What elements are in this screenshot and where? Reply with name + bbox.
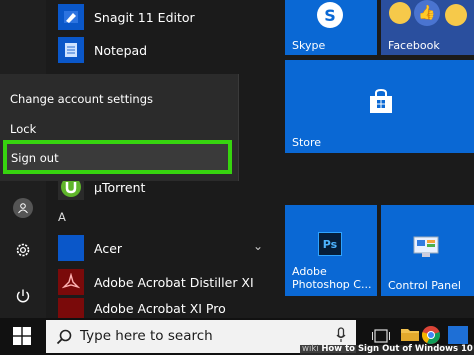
list-item-acer[interactable]: Acer ⌄ bbox=[58, 231, 278, 265]
user-avatar-button[interactable] bbox=[0, 188, 46, 228]
tile-control-panel[interactable]: Control Panel bbox=[381, 205, 474, 296]
watermark-site: wiki bbox=[302, 344, 319, 354]
power-icon bbox=[16, 289, 30, 303]
lock-item[interactable]: Lock bbox=[10, 122, 36, 136]
search-icon bbox=[56, 329, 72, 349]
control-panel-icon bbox=[413, 236, 439, 262]
power-button[interactable] bbox=[0, 276, 46, 316]
change-account-settings-item[interactable]: Change account settings bbox=[10, 92, 153, 106]
notepad-icon bbox=[58, 37, 84, 63]
app-label: Acer bbox=[94, 240, 123, 256]
list-item-acrobat-pro[interactable]: Adobe Acrobat XI Pro bbox=[58, 298, 278, 318]
tile-skype[interactable]: S Skype bbox=[285, 0, 377, 55]
app-label: Adobe Acrobat Distiller XI bbox=[94, 274, 254, 290]
watermark-caption: wiki How to Sign Out of Windows 10 bbox=[302, 344, 473, 354]
snagit-editor-icon bbox=[58, 4, 84, 30]
acrobat-pro-icon bbox=[58, 298, 84, 318]
list-item-snagit[interactable]: Snagit 11 Editor bbox=[58, 0, 278, 34]
chevron-down-icon[interactable]: ⌄ bbox=[253, 239, 263, 253]
watermark-title: How to Sign Out of Windows 10 bbox=[321, 344, 473, 354]
thumbs-up-icon: 👍 bbox=[414, 0, 440, 26]
skype-icon: S bbox=[317, 2, 343, 28]
tile-label: Adobe Photoshop C... bbox=[292, 265, 372, 291]
tile-label: Control Panel bbox=[388, 279, 461, 292]
photoshop-icon: Ps bbox=[318, 232, 342, 256]
list-item-acrobat-distiller[interactable]: Adobe Acrobat Distiller XI bbox=[58, 265, 278, 299]
app-label: Snagit 11 Editor bbox=[94, 9, 195, 25]
acrobat-distiller-icon bbox=[58, 269, 84, 295]
store-icon bbox=[368, 88, 394, 118]
section-header-a: A bbox=[58, 210, 66, 224]
app-label: Notepad bbox=[94, 42, 148, 58]
tile-label: Skype bbox=[292, 39, 326, 52]
search-placeholder: Type here to search bbox=[80, 328, 213, 344]
tile-facebook[interactable]: 👍 Facebook bbox=[381, 0, 474, 55]
list-item-notepad[interactable]: Notepad bbox=[58, 33, 278, 67]
emoji-icon bbox=[389, 2, 411, 24]
folder-icon bbox=[58, 235, 84, 261]
tile-store[interactable]: Store bbox=[285, 60, 474, 153]
tile-photoshop[interactable]: Ps Adobe Photoshop C... bbox=[285, 205, 377, 296]
app-label: Adobe Acrobat XI Pro bbox=[94, 300, 226, 316]
start-button[interactable] bbox=[13, 327, 31, 349]
settings-button[interactable] bbox=[0, 230, 46, 270]
windows-logo-icon bbox=[13, 327, 31, 345]
user-icon bbox=[13, 198, 33, 218]
app-label: µTorrent bbox=[94, 179, 146, 195]
sign-out-item[interactable]: Sign out bbox=[11, 151, 59, 165]
tile-label: Store bbox=[292, 136, 322, 149]
file-explorer-icon[interactable] bbox=[400, 326, 420, 346]
gear-icon bbox=[16, 243, 30, 257]
tile-label: Facebook bbox=[388, 39, 440, 52]
taskbar-app-icon[interactable] bbox=[448, 326, 468, 344]
emoji-icon bbox=[445, 4, 467, 26]
